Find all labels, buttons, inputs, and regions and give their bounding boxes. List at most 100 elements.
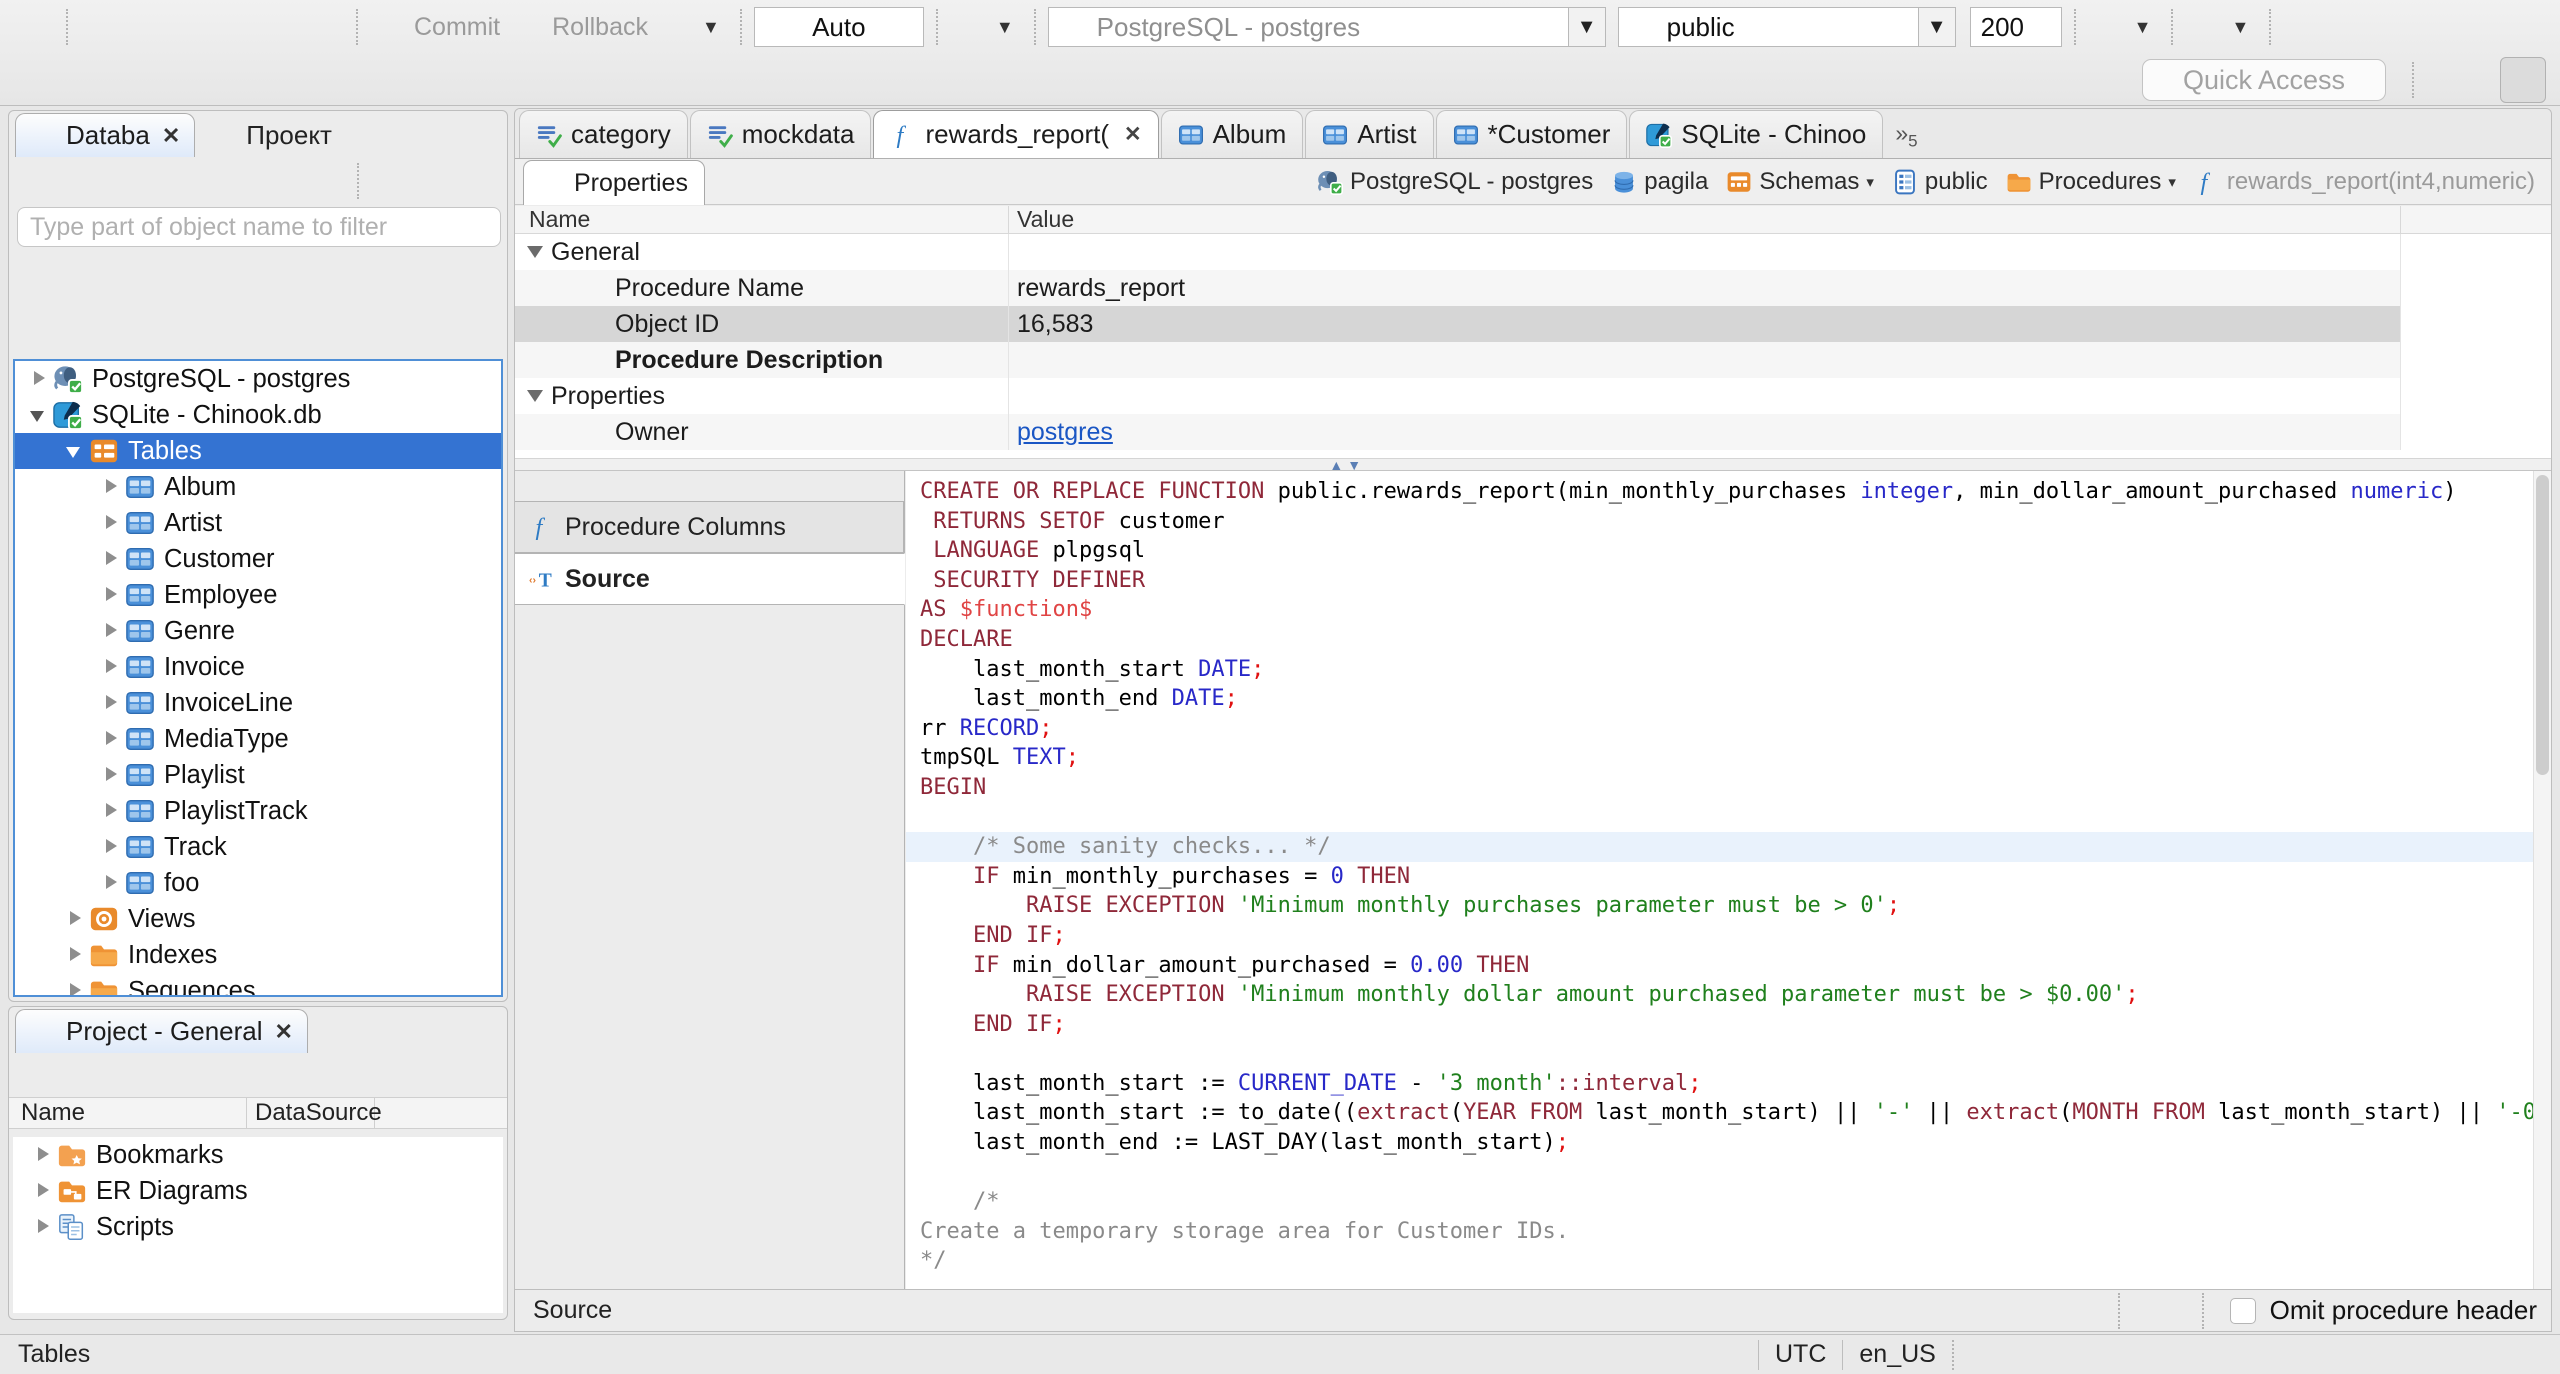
maximize-button[interactable] — [467, 1017, 497, 1043]
code-line[interactable]: AS $function$ — [906, 595, 2533, 625]
maximize-button[interactable] — [2509, 121, 2539, 147]
code-line[interactable]: last_month_end DATE; — [906, 684, 2533, 714]
tab-overflow-indicator[interactable]: »5 — [1895, 120, 1917, 152]
code-line[interactable] — [906, 1039, 2533, 1069]
fetch-size-input[interactable] — [1969, 7, 2062, 47]
close-icon[interactable]: ✕ — [1124, 122, 1142, 147]
breadcrumb-item-rewards-report-int4-numeric[interactable]: f rewards_report(int4,numeric) — [2188, 166, 2541, 198]
breadcrumb-item-procedures[interactable]: Procedures ▾ — [2000, 166, 2182, 198]
connect-button[interactable] — [80, 9, 124, 45]
sql-editor-button[interactable] — [212, 9, 256, 45]
tree-item-sqlite-chinook-db[interactable]: SQLite - Chinook.db — [15, 397, 501, 433]
tree-item-invoice[interactable]: Invoice — [15, 649, 501, 685]
subtab-source[interactable]: ‹› T Source — [515, 553, 905, 605]
breadcrumb-item-postgresql-postgres[interactable]: PostgreSQL - postgres — [1311, 166, 1599, 198]
collapse-all-button[interactable] — [385, 164, 413, 199]
omit-procedure-header-checkbox[interactable] — [2229, 1297, 2256, 1324]
reconnect-button[interactable] — [124, 9, 168, 45]
view-menu-button[interactable] — [469, 165, 495, 198]
link-with-editor-button[interactable] — [467, 1058, 495, 1093]
property-row-properties[interactable]: Properties — [515, 378, 2551, 414]
tree-item-playlist[interactable]: Playlist — [15, 757, 501, 793]
group-collapse-icon[interactable] — [527, 390, 543, 402]
connection-combo-arrow[interactable]: ▼ — [1567, 7, 1606, 47]
save-to-file-button[interactable] — [2062, 1292, 2092, 1329]
collapse-arrow-icon[interactable] — [25, 401, 53, 429]
tab-database-navigator[interactable]: Databa ✕ — [15, 113, 196, 157]
expand-arrow-icon[interactable] — [97, 473, 125, 501]
sql-formatter-button[interactable]: ▼ — [2185, 9, 2257, 45]
code-line[interactable]: CREATE OR REPLACE FUNCTION public.reward… — [906, 477, 2533, 507]
breadcrumb-item-schemas[interactable]: Schemas ▾ — [1720, 166, 1880, 198]
tree-item-artist[interactable]: Artist — [15, 505, 501, 541]
scrollbar-thumb[interactable] — [2536, 475, 2549, 775]
project-item-bookmarks[interactable]: Bookmarks — [13, 1137, 503, 1173]
code-line[interactable]: RETURNS SETOF customer — [906, 507, 2533, 537]
source-editor[interactable]: CREATE OR REPLACE FUNCTION public.reward… — [906, 471, 2551, 1289]
tree-item-invoiceline[interactable]: InvoiceLine — [15, 685, 501, 721]
breadcrumb-item-public[interactable]: public — [1886, 166, 1994, 198]
tree-item-album[interactable]: Album — [15, 469, 501, 505]
editor-tab-artist[interactable]: Artist — [1305, 110, 1434, 158]
tab-project-general[interactable]: Project - General ✕ — [15, 1009, 308, 1053]
owner-link[interactable]: postgres — [1017, 418, 1113, 447]
expand-arrow-icon[interactable] — [97, 617, 125, 645]
code-line[interactable]: */ — [906, 1246, 2533, 1276]
tree-item-mediatype[interactable]: MediaType — [15, 721, 501, 757]
code-line[interactable]: IF min_dollar_amount_purchased = 0.00 TH… — [906, 951, 2533, 981]
minimize-button[interactable] — [421, 121, 451, 147]
close-icon[interactable]: ✕ — [275, 1019, 293, 1045]
load-from-file-button[interactable] — [2018, 1292, 2048, 1329]
tab-properties[interactable]: Properties — [523, 160, 705, 205]
new-sql-editor-button[interactable] — [300, 9, 344, 45]
properties-source-splitter[interactable]: ▲ ▼ — [515, 457, 2551, 473]
expand-arrow-icon[interactable] — [29, 1141, 57, 1169]
tree-item-track[interactable]: Track — [15, 829, 501, 865]
editor-tab-mockdata[interactable]: mockdata — [689, 110, 872, 158]
dropdown-chevron-icon[interactable]: ▾ — [1866, 173, 1874, 191]
editor-tab-rewards-report[interactable]: f rewards_report(✕ — [873, 110, 1159, 158]
group-collapse-icon[interactable] — [527, 246, 543, 258]
editor-tab-customer[interactable]: *Customer — [1435, 110, 1628, 158]
expand-all-button[interactable] — [425, 1058, 453, 1093]
code-line[interactable]: RAISE EXCEPTION 'Minimum monthly dollar … — [906, 980, 2533, 1010]
nav-new-connection-button[interactable] — [261, 164, 289, 199]
tree-item-genre[interactable]: Genre — [15, 613, 501, 649]
code-line[interactable]: DECLARE — [906, 625, 2533, 655]
code-line[interactable]: /* Some sanity checks... */ — [906, 832, 2533, 862]
editor-tab-sqlite-chinoo[interactable]: SQLite - Chinoo — [1629, 110, 1884, 158]
code-line[interactable]: last_month_start := to_date((extract(YEA… — [906, 1098, 2533, 1128]
code-line[interactable] — [906, 803, 2533, 833]
code-line[interactable]: tmpSQL TEXT; — [906, 743, 2533, 773]
expand-arrow-icon[interactable] — [61, 977, 89, 995]
code-line[interactable]: SECURITY DEFINER — [906, 566, 2533, 596]
collapse-arrow-icon[interactable] — [61, 437, 89, 465]
tree-item-customer[interactable]: Customer — [15, 541, 501, 577]
code-line[interactable]: /* — [906, 1187, 2533, 1217]
nav-new-folder-button[interactable] — [303, 164, 331, 199]
connection-combo[interactable]: PostgreSQL - postgres — [1047, 7, 1568, 47]
code-line[interactable]: IF min_monthly_purchases = 0 THEN — [906, 862, 2533, 892]
code-line[interactable] — [906, 1158, 2533, 1188]
tab-projects[interactable]: Проект — [195, 113, 347, 157]
status-timezone[interactable]: UTC — [1775, 1340, 1826, 1369]
code-line[interactable]: Create a temporary storage area for Cust… — [906, 1217, 2533, 1247]
expand-arrow-icon[interactable] — [97, 725, 125, 753]
code-line[interactable]: BEGIN — [906, 773, 2533, 803]
open-sql-console-button[interactable] — [256, 9, 300, 45]
property-row-owner[interactable]: Owner postgres — [515, 414, 2551, 450]
tree-item-postgresql-postgres[interactable]: PostgreSQL - postgres — [15, 361, 501, 397]
project-settings-button[interactable] — [341, 1058, 369, 1093]
expand-arrow-icon[interactable] — [25, 365, 53, 393]
tree-item-employee[interactable]: Employee — [15, 577, 501, 613]
expand-arrow-icon[interactable] — [97, 545, 125, 573]
column-header-name[interactable]: Name — [9, 1098, 247, 1128]
tree-item-views[interactable]: Views — [15, 901, 501, 937]
quick-access-input[interactable]: Quick Access — [2142, 59, 2386, 101]
project-item-er-diagrams[interactable]: ER Diagrams — [13, 1173, 503, 1209]
tree-item-foo[interactable]: foo — [15, 865, 501, 901]
editor-tab-category[interactable]: category — [519, 110, 688, 158]
undo-button[interactable] — [2283, 9, 2327, 45]
dbeaver-perspective-button[interactable] — [2500, 57, 2546, 103]
code-line[interactable]: rr RECORD; — [906, 714, 2533, 744]
